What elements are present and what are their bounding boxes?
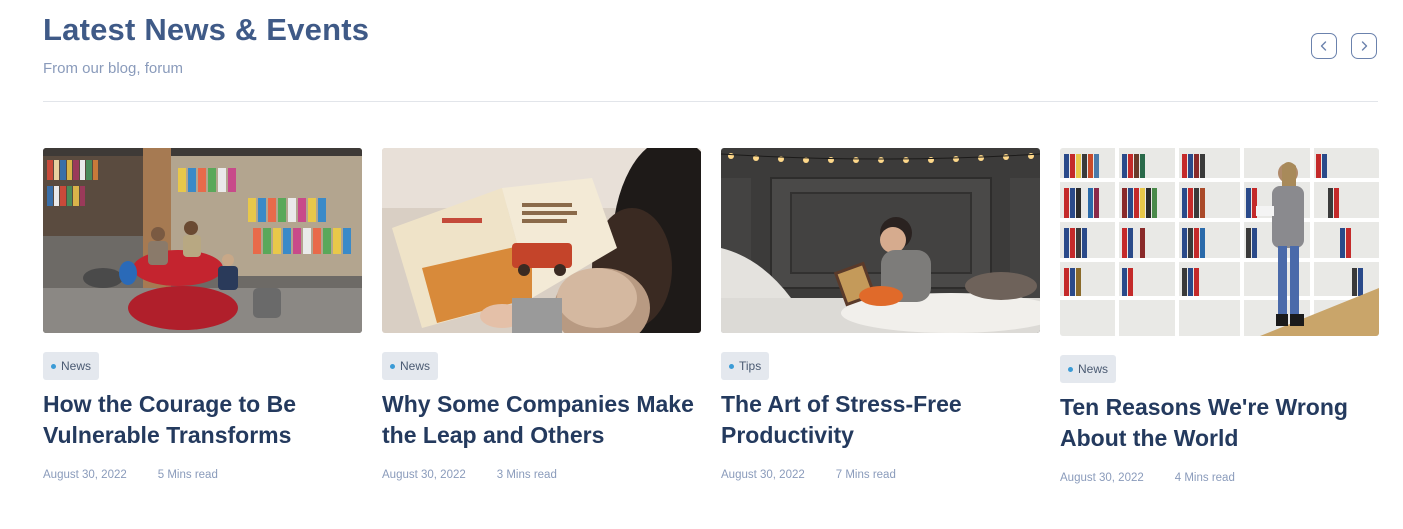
category-label: News [1078, 362, 1109, 376]
card-meta: August 30, 2022 7 Mins read [721, 469, 1040, 481]
news-card: News How the Courage to Be Vulnerable Tr… [43, 148, 362, 481]
card-title-link[interactable]: Ten Reasons We're Wrong About the World [1060, 392, 1379, 454]
card-image-bookstore[interactable] [43, 148, 362, 333]
badge-dot-icon [729, 363, 734, 369]
news-events-section: Latest News & Events From our blog, foru… [0, 0, 1403, 529]
category-label: Tips [739, 359, 762, 373]
post-date: August 30, 2022 [1060, 472, 1144, 484]
category-label: News [400, 359, 431, 373]
news-card: News Why Some Companies Make the Leap an… [382, 148, 701, 481]
post-date: August 30, 2022 [43, 469, 127, 481]
read-time: 7 Mins read [835, 469, 896, 481]
category-badge[interactable]: News [43, 352, 100, 380]
badge-dot-icon [1068, 366, 1073, 372]
card-meta: August 30, 2022 3 Mins read [382, 469, 701, 481]
card-image-library-shelves[interactable] [1060, 148, 1379, 336]
category-badge[interactable]: News [1060, 355, 1117, 383]
news-card: News Ten Reasons We're Wrong About the W… [1060, 148, 1379, 484]
carousel-next-button[interactable] [1351, 33, 1377, 59]
category-label: News [61, 359, 92, 373]
chevron-right-icon [1361, 41, 1368, 51]
header-divider [43, 101, 1378, 102]
badge-dot-icon [390, 363, 395, 369]
read-time: 3 Mins read [496, 469, 557, 481]
chevron-left-icon [1320, 41, 1327, 51]
post-date: August 30, 2022 [721, 469, 805, 481]
category-badge[interactable]: News [382, 352, 439, 380]
section-title: Latest News & Events [43, 12, 370, 47]
category-badge[interactable]: Tips [721, 352, 770, 380]
card-image-kid-reading[interactable] [721, 148, 1040, 333]
card-title-link[interactable]: How the Courage to Be Vulnerable Transfo… [43, 389, 362, 451]
read-time: 5 Mins read [157, 469, 218, 481]
news-card: Tips The Art of Stress-Free Productivity… [721, 148, 1040, 481]
carousel-prev-button[interactable] [1311, 33, 1337, 59]
post-date: August 30, 2022 [382, 469, 466, 481]
card-title-link[interactable]: Why Some Companies Make the Leap and Oth… [382, 389, 701, 451]
badge-dot-icon [51, 363, 56, 369]
read-time: 4 Mins read [1174, 472, 1235, 484]
card-meta: August 30, 2022 4 Mins read [1060, 472, 1379, 484]
card-image-reading-book[interactable] [382, 148, 701, 333]
card-meta: August 30, 2022 5 Mins read [43, 469, 362, 481]
card-title-link[interactable]: The Art of Stress-Free Productivity [721, 389, 1040, 451]
section-subtitle: From our blog, forum [43, 60, 184, 77]
